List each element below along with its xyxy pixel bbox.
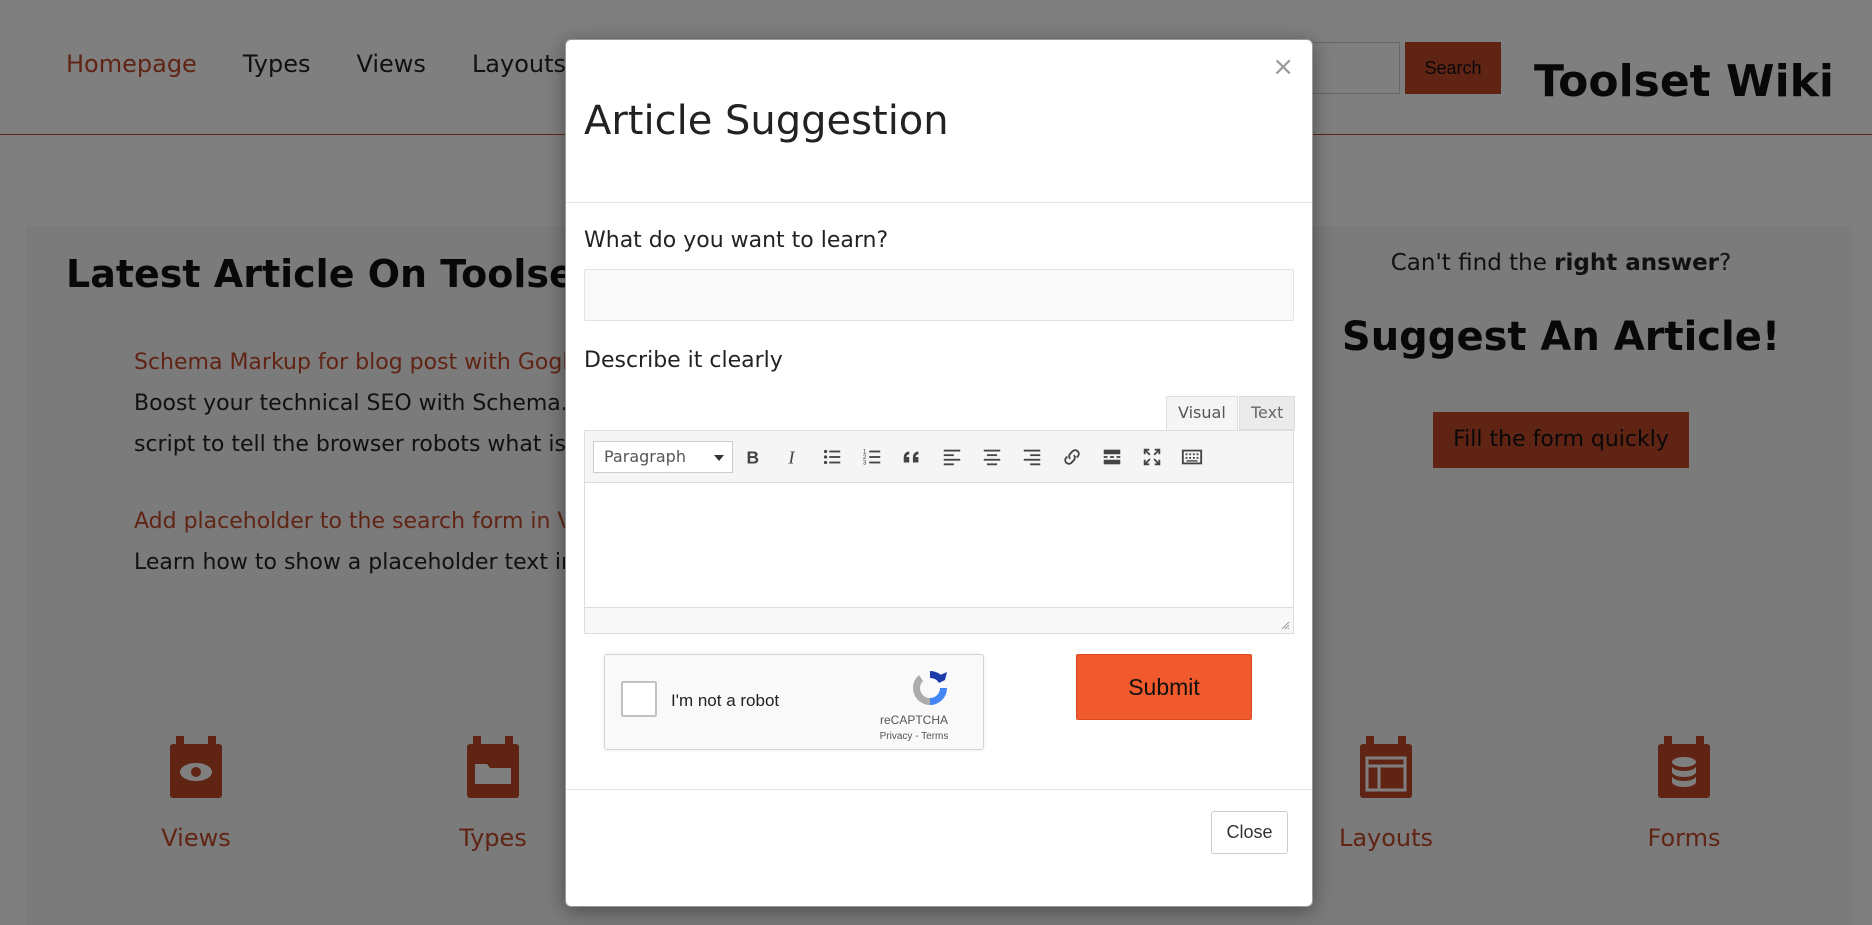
align-right-icon[interactable] — [1017, 441, 1047, 473]
svg-text:3: 3 — [863, 459, 867, 466]
recaptcha-terms-link[interactable]: Privacy - Terms — [849, 731, 979, 742]
numbered-list-icon[interactable]: 123 — [857, 441, 887, 473]
submit-button[interactable]: Submit — [1076, 654, 1252, 720]
modal-close-icon[interactable]: × — [1272, 54, 1294, 80]
recaptcha-checkbox[interactable] — [621, 681, 657, 717]
recaptcha-widget: I'm not a robot reCAPTCHA Privacy - Term… — [604, 654, 984, 750]
recaptcha-logo-icon — [912, 671, 947, 705]
align-left-icon[interactable] — [937, 441, 967, 473]
format-select-value: Paragraph — [604, 447, 686, 466]
align-center-icon[interactable] — [977, 441, 1007, 473]
svg-text:B: B — [747, 447, 760, 467]
learn-input[interactable] — [584, 269, 1294, 321]
modal-footer-divider — [566, 789, 1312, 790]
format-select[interactable]: Paragraph — [593, 441, 733, 473]
recaptcha-brand: reCAPTCHA — [879, 713, 948, 727]
editor-toolbar: Paragraph B I 123 — [584, 430, 1294, 482]
modal-title: Article Suggestion — [584, 98, 949, 144]
italic-icon[interactable]: I — [777, 441, 807, 473]
svg-text:I: I — [787, 447, 795, 467]
chevron-down-icon — [714, 455, 724, 461]
describe-editor[interactable] — [584, 482, 1294, 608]
resize-grip-icon[interactable] — [1280, 620, 1290, 630]
editor-statusbar — [584, 608, 1294, 634]
article-suggestion-modal: × Article Suggestion What do you want to… — [565, 39, 1313, 907]
modal-header-divider — [566, 202, 1312, 203]
tab-text[interactable]: Text — [1239, 396, 1296, 430]
learn-label: What do you want to learn? — [584, 228, 889, 253]
describe-label: Describe it clearly — [584, 348, 783, 373]
close-button[interactable]: Close — [1211, 811, 1288, 854]
bold-icon[interactable]: B — [737, 441, 767, 473]
read-more-icon[interactable] — [1097, 441, 1127, 473]
toolbar-toggle-icon[interactable] — [1177, 441, 1207, 473]
tab-visual[interactable]: Visual — [1166, 396, 1238, 430]
fullscreen-icon[interactable] — [1137, 441, 1167, 473]
link-icon[interactable] — [1057, 441, 1087, 473]
recaptcha-label: I'm not a robot — [671, 691, 780, 710]
blockquote-icon[interactable] — [897, 441, 927, 473]
bullet-list-icon[interactable] — [817, 441, 847, 473]
